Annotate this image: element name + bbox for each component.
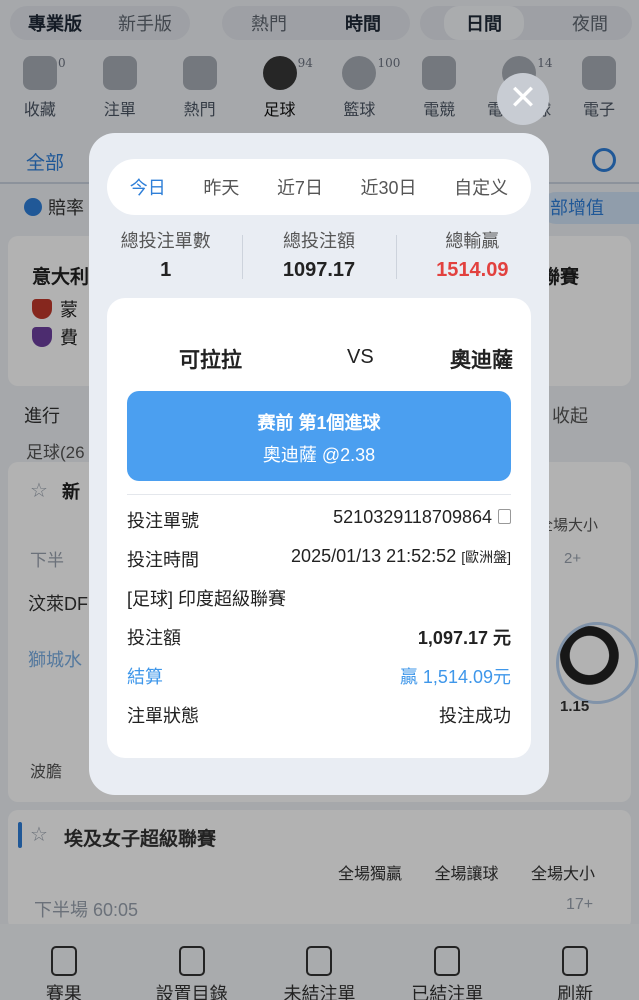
tab-custom[interactable]: 自定义: [454, 174, 508, 200]
league-row: [足球] 印度超級聯賽: [127, 581, 511, 611]
status-value: 投注成功: [439, 706, 511, 726]
total-amount-value: 1097.17: [282, 259, 356, 281]
tab-last-30-days[interactable]: 近30日: [361, 174, 417, 200]
stat-total-win: 總輸贏 1514.09: [395, 227, 549, 289]
summary-stats: 總投注單數 1 總投注額 1097.17 總輸贏 1514.09: [89, 227, 549, 289]
order-number-row: 投注單號 5210329118709864: [127, 503, 511, 533]
market-type: [歐洲盤]: [461, 549, 511, 565]
close-icon[interactable]: ✕: [497, 73, 549, 125]
date-range-tabs: 今日 昨天 近7日 近30日 自定义: [107, 159, 531, 215]
total-bets-value: 1: [160, 259, 172, 281]
tab-yesterday[interactable]: 昨天: [203, 174, 239, 200]
bet-time: 2025/01/13 21:52:52: [291, 546, 457, 566]
divider: [127, 494, 511, 495]
copy-icon[interactable]: [498, 509, 511, 524]
bet-record-modal: 今日 昨天 近7日 近30日 自定义 總投注單數 1 總投注額 1097.17 …: [89, 133, 549, 795]
stat-total-bets: 總投注單數 1: [89, 227, 242, 289]
total-win-value: 1514.09: [436, 259, 509, 281]
bet-amount: 1,097.17 元: [417, 628, 511, 648]
league-label: [足球] 印度超級聯賽: [127, 589, 287, 609]
status-row: 注單狀態 投注成功: [127, 698, 511, 728]
tab-last-7-days[interactable]: 近7日: [277, 174, 323, 200]
match-header: 可拉拉 VS 奧迪薩: [107, 338, 531, 378]
bet-time-row: 投注時間 2025/01/13 21:52:52 [歐洲盤]: [127, 546, 511, 570]
stat-total-amount: 總投注額 1097.17: [242, 227, 395, 289]
vs-label: VS: [347, 346, 374, 368]
settlement-row: 結算 贏 1,514.09元: [127, 659, 511, 689]
market-name: 赛前 第1個進球: [257, 413, 381, 433]
bet-detail-card: 可拉拉 VS 奧迪薩 赛前 第1個進球 奧迪薩 @2.38 投注單號 52103…: [107, 298, 531, 758]
selection-odds: 奧迪薩 @2.38: [262, 445, 376, 465]
tab-today[interactable]: 今日: [130, 174, 166, 200]
away-team: 奧迪薩: [450, 349, 513, 372]
bet-selection-box: 赛前 第1個進球 奧迪薩 @2.38: [127, 391, 511, 481]
settlement-value: 贏 1,514.09元: [399, 667, 511, 687]
order-number: 5210329118709864: [333, 507, 492, 527]
bet-amount-row: 投注額 1,097.17 元: [127, 620, 511, 650]
home-team: 可拉拉: [179, 349, 242, 372]
